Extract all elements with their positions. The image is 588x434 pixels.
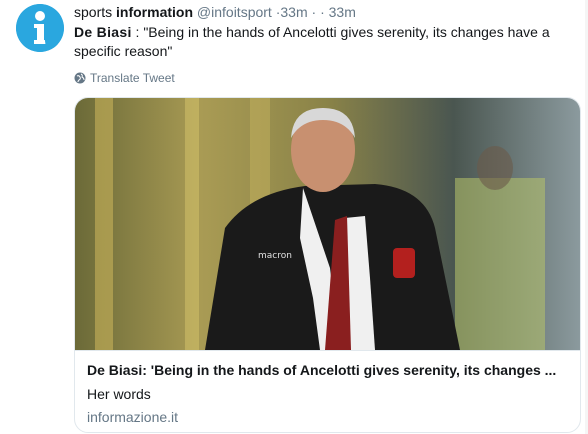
card-image[interactable]: macron bbox=[75, 98, 580, 350]
tweet-text-bold: De Biasi bbox=[74, 24, 132, 40]
card-body[interactable]: De Biasi: 'Being in the hands of Ancelot… bbox=[75, 350, 580, 432]
avatar[interactable] bbox=[16, 4, 64, 52]
author-handle[interactable]: @infoitsport bbox=[197, 4, 272, 20]
tweet[interactable]: sports information @infoitsport ·33m · ·… bbox=[0, 0, 588, 434]
card-description: Her words bbox=[87, 386, 151, 402]
author-name-part1[interactable]: sports bbox=[74, 4, 112, 20]
translate-tweet-link[interactable]: Translate Tweet bbox=[74, 71, 175, 85]
globe-icon bbox=[74, 72, 86, 84]
tweet-text-rest: : "Being in the hands of Ancelotti gives… bbox=[74, 24, 550, 59]
tweet-time-extra: · · 33m bbox=[311, 4, 356, 20]
card-title[interactable]: De Biasi: 'Being in the hands of Ancelot… bbox=[87, 362, 572, 378]
author-name-part2[interactable]: information bbox=[116, 4, 193, 20]
info-logo-icon bbox=[16, 4, 64, 52]
translate-label[interactable]: Translate Tweet bbox=[90, 71, 175, 85]
tweet-time[interactable]: 33m bbox=[280, 4, 307, 20]
image-logo-text: macron bbox=[258, 251, 292, 261]
link-card[interactable]: macron De Biasi: 'Being in the hands of … bbox=[74, 97, 581, 433]
card-domain[interactable]: informazione.it bbox=[87, 409, 178, 425]
tweet-text: De Biasi : "Being in the hands of Ancelo… bbox=[74, 23, 564, 61]
tweet-header: sports information @infoitsport ·33m · ·… bbox=[74, 3, 356, 21]
